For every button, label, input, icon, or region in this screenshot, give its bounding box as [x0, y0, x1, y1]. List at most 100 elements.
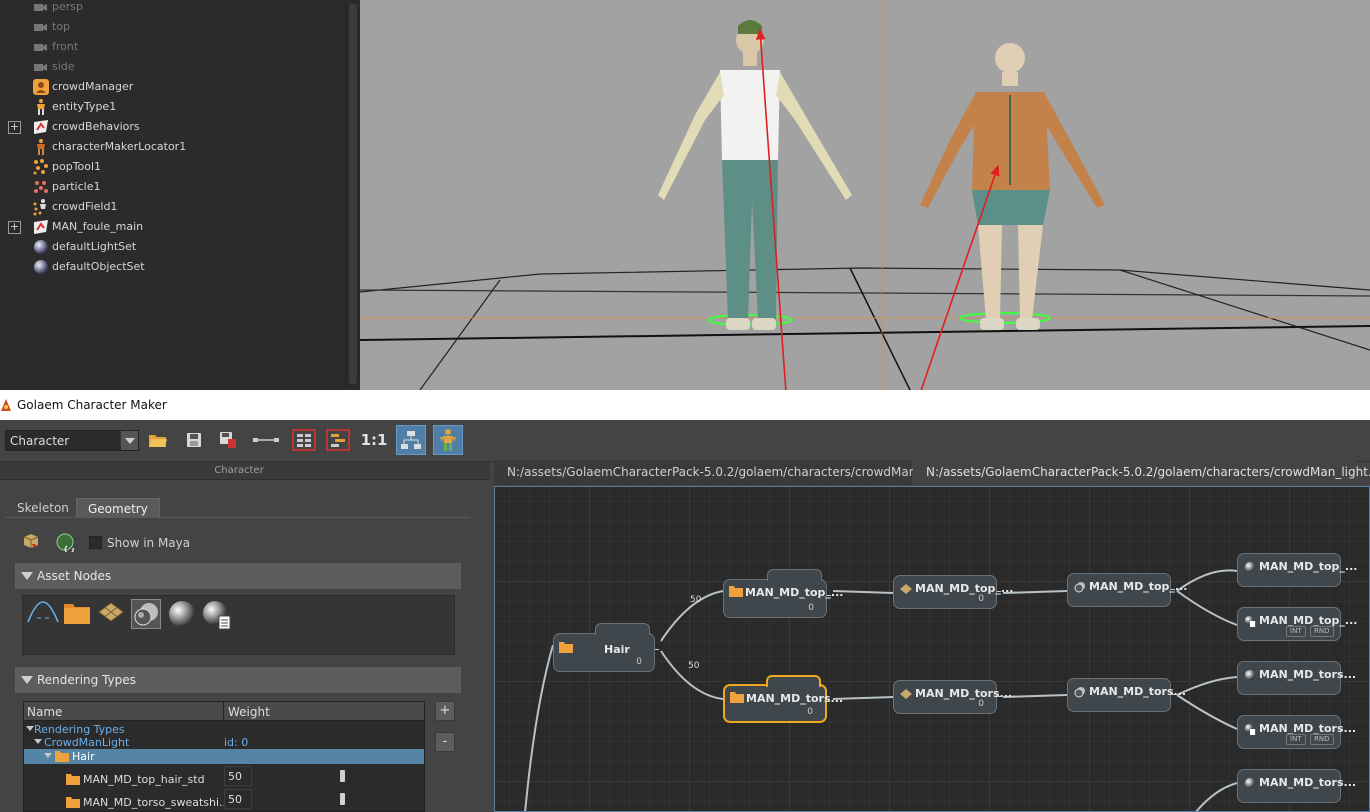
expand-plus-icon[interactable]: +: [8, 121, 21, 134]
node-graph-canvas[interactable]: 50 50 Hair 0 MAN_MD_top_... 0 MAN_MD_tor…: [494, 486, 1370, 812]
mesh-icon[interactable]: [97, 601, 125, 623]
shader-sphere-icon: [1244, 669, 1256, 681]
weight-input[interactable]: 50: [224, 789, 252, 809]
open-file-button[interactable]: [143, 425, 173, 455]
column-separator: [223, 702, 224, 721]
layout-vertical-icon: [292, 429, 316, 451]
node-output-port[interactable]: [655, 649, 659, 650]
outliner-scrollbar[interactable]: [345, 0, 360, 390]
expand-arrow-icon[interactable]: [44, 753, 52, 758]
node-output-port[interactable]: [1171, 589, 1175, 590]
shader-attribute-icon[interactable]: [201, 599, 233, 631]
tree-row-rendering-types[interactable]: Rendering Types: [24, 723, 424, 736]
outliner-item[interactable]: persp: [0, 0, 340, 17]
outliner-item-label: defaultLightSet: [52, 240, 137, 253]
folder-icon[interactable]: [63, 599, 91, 625]
node-torso-shader-3[interactable]: MAN_MD_tors...: [1237, 769, 1356, 803]
zoom-reset-button[interactable]: 1:1: [359, 425, 389, 455]
expand-arrow-icon[interactable]: [26, 726, 34, 731]
node-torso-group[interactable]: MAN_MD_tors... 0: [723, 675, 843, 723]
node-output-port[interactable]: [997, 696, 1001, 697]
tree-row-hair[interactable]: Hair: [24, 749, 424, 764]
save-as-button[interactable]: [213, 425, 243, 455]
refresh-geometry-button[interactable]: [55, 532, 77, 552]
outliner-item[interactable]: characterMakerLocator1: [0, 137, 340, 157]
node-label: MAN_MD_tors...: [1089, 685, 1187, 698]
node-label: MAN_MD_top_...: [1259, 560, 1358, 573]
show-in-maya-checkbox[interactable]: [89, 536, 102, 549]
outliner-item[interactable]: top: [0, 17, 340, 37]
tab-file-crowdman-light[interactable]: N:/assets/GolaemCharacterPack-5.0.2/gola…: [913, 460, 1370, 485]
expand-plus-icon[interactable]: +: [8, 221, 21, 234]
weight-slider-handle[interactable]: [340, 770, 345, 782]
chevron-down-icon[interactable]: [120, 431, 138, 450]
outliner-item[interactable]: popTool1: [0, 157, 340, 177]
node-torso-shader-2[interactable]: MAN_MD_tors... INT RND: [1237, 715, 1356, 749]
node-output-port[interactable]: [997, 591, 1001, 592]
shader-sphere-icon[interactable]: [167, 599, 197, 629]
node-torso-mesh[interactable]: MAN_MD_tors... 0: [893, 680, 1012, 714]
tab-skeleton[interactable]: Skeleton: [6, 498, 80, 518]
graph-view-button[interactable]: [396, 425, 426, 455]
node-output-port[interactable]: [827, 595, 831, 596]
layout-horizontal-button[interactable]: [323, 425, 353, 455]
node-count: 0: [636, 657, 642, 667]
node-top-group[interactable]: MAN_MD_top_... 0: [723, 569, 843, 618]
shader-group-button[interactable]: [131, 599, 161, 629]
save-button[interactable]: [179, 425, 209, 455]
outliner-item-label: side: [52, 60, 75, 73]
entity-type-icon: [32, 98, 50, 116]
edge-torso-out2: [1176, 694, 1238, 730]
expand-arrow-icon[interactable]: [34, 739, 42, 744]
node-label: MAN_MD_top_...: [1089, 580, 1188, 593]
outliner-item[interactable]: side: [0, 57, 340, 77]
node-hair[interactable]: Hair 0: [553, 623, 659, 672]
outliner-item[interactable]: + MAN_foule_main: [0, 217, 340, 237]
outliner-item[interactable]: + crowdBehaviors: [0, 117, 340, 137]
layout-vertical-button[interactable]: [289, 425, 319, 455]
node-torso-shader-1[interactable]: MAN_MD_tors...: [1237, 661, 1356, 695]
import-geometry-button[interactable]: [22, 532, 40, 550]
node-top-shader-2[interactable]: MAN_MD_top_... INT RND: [1237, 607, 1357, 641]
blend-curve-icon[interactable]: [26, 600, 60, 626]
edge-torso-shader: [1002, 694, 1068, 698]
node-top-shader-1[interactable]: MAN_MD_top_...: [1237, 553, 1357, 587]
node-top-mesh[interactable]: MAN_MD_top_... 0: [893, 575, 1013, 609]
node-output-port[interactable]: [1171, 694, 1175, 695]
outliner-item[interactable]: front: [0, 37, 340, 57]
tree-label: CrowdManLight: [44, 736, 130, 749]
column-weight-header[interactable]: Weight: [228, 705, 270, 719]
node-output-port[interactable]: [826, 701, 830, 702]
outliner-item[interactable]: defaultObjectSet: [0, 257, 340, 277]
outliner-item[interactable]: defaultLightSet: [0, 237, 340, 257]
asset-nodes-section[interactable]: Asset Nodes: [15, 563, 461, 589]
tab-geometry[interactable]: Geometry: [76, 498, 160, 518]
outliner-scroll-thumb[interactable]: [349, 4, 357, 384]
outliner-item[interactable]: entityType1: [0, 97, 340, 117]
tab-file-crowdman[interactable]: N:/assets/GolaemCharacterPack-5.0.2/gola…: [494, 460, 949, 485]
rendering-types-section[interactable]: Rendering Types: [15, 667, 461, 693]
add-rendering-type-button[interactable]: +: [435, 701, 455, 721]
set-icon: [32, 258, 50, 276]
remove-rendering-type-button[interactable]: -: [435, 732, 455, 752]
tab-divider: [5, 517, 470, 518]
outliner-item-label: MAN_foule_main: [52, 220, 144, 233]
mode-dropdown[interactable]: Character: [5, 430, 139, 451]
shader-group-icon: [1074, 687, 1085, 698]
tree-row-crowdmanlight[interactable]: CrowdManLight id: 0: [24, 736, 424, 749]
node-top-shader-group[interactable]: MAN_MD_top_...: [1067, 573, 1187, 607]
connect-nodes-button[interactable]: [251, 425, 281, 455]
weight-input[interactable]: 50: [224, 766, 252, 786]
column-name-header[interactable]: Name: [27, 705, 62, 719]
outliner-item[interactable]: crowdField1: [0, 197, 340, 217]
weight-slider-handle[interactable]: [340, 793, 345, 805]
character-view-button[interactable]: [433, 425, 463, 455]
3d-viewport[interactable]: [360, 0, 1370, 390]
outliner-item[interactable]: particle1: [0, 177, 340, 197]
outliner-item-label: particle1: [52, 180, 101, 193]
shader-sphere-icon: [1244, 777, 1256, 789]
edge-torso-out3: [1195, 782, 1238, 811]
node-torso-shader-group[interactable]: MAN_MD_tors...: [1067, 678, 1186, 712]
badge-rnd: RND: [1310, 626, 1334, 637]
outliner-item[interactable]: crowdManager: [0, 77, 340, 97]
